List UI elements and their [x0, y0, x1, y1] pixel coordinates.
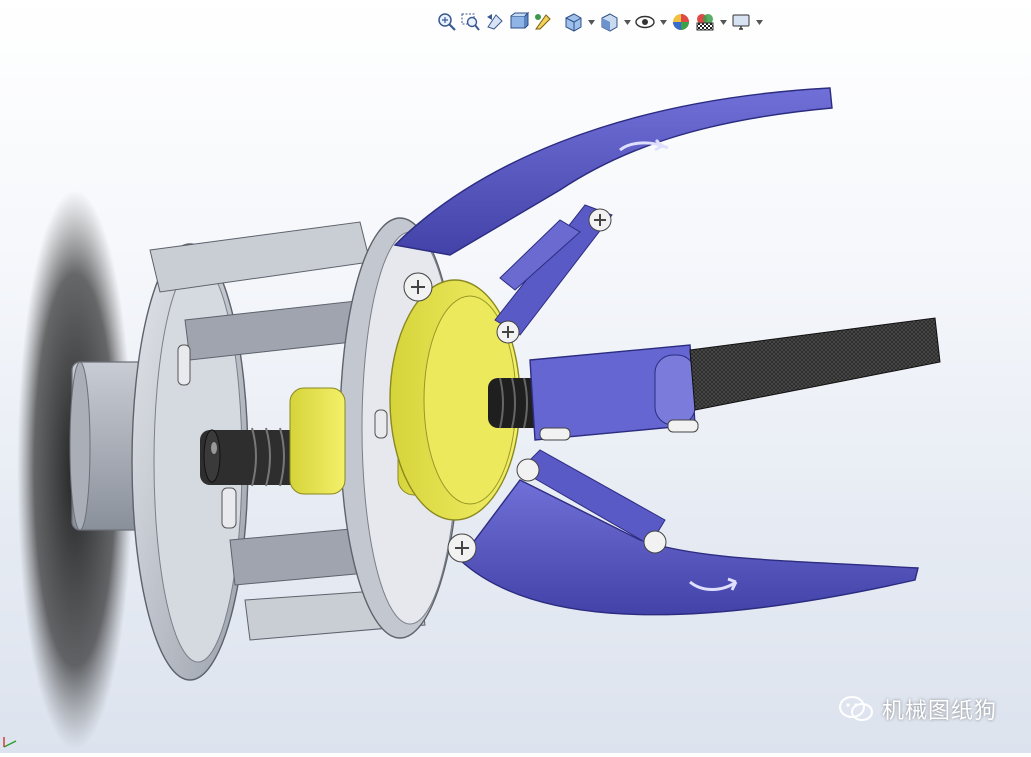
zoom-to-fit-button[interactable] [436, 10, 458, 34]
view-orientation-button[interactable] [562, 10, 584, 34]
wechat-icon [838, 696, 873, 721]
chevron-down-icon [587, 19, 595, 25]
zoom-to-area-icon [461, 13, 480, 31]
chevron-down-icon [719, 19, 727, 25]
view-orientation-icon [565, 13, 582, 32]
zoom-to-fit-icon [438, 13, 456, 31]
chevron-down-icon [623, 19, 631, 25]
apply-scene-button[interactable] [694, 10, 716, 34]
hide-show-items-button[interactable] [634, 10, 656, 34]
dynamic-annotation-icon [535, 14, 551, 30]
display-style-icon [601, 13, 618, 32]
gripper-model[interactable] [0, 0, 1031, 753]
apply-scene-icon [696, 14, 714, 31]
previous-view-icon [487, 14, 503, 30]
chevron-down-icon [755, 19, 763, 25]
hide-show-items-dropdown[interactable] [658, 10, 668, 34]
view-settings-dropdown[interactable] [754, 10, 764, 34]
section-view-button[interactable] [508, 10, 530, 34]
view-settings-icon [732, 14, 750, 30]
display-style-dropdown[interactable] [622, 10, 632, 34]
axis-triad-icon [3, 737, 17, 748]
chevron-down-icon [659, 19, 667, 25]
apply-scene-dropdown[interactable] [718, 10, 728, 34]
display-style-button[interactable] [598, 10, 620, 34]
section-view-icon [510, 11, 530, 29]
watermark: 机械图纸狗 [838, 693, 997, 725]
heads-up-view-toolbar [436, 8, 764, 36]
hide-show-items-icon [635, 15, 655, 29]
graphics-viewport[interactable] [0, 0, 1031, 753]
previous-view-button[interactable] [484, 10, 506, 34]
zoom-to-area-button[interactable] [460, 10, 482, 34]
knurled-rod[interactable] [689, 317, 941, 411]
upper-finger[interactable] [393, 87, 833, 256]
view-settings-button[interactable] [730, 10, 752, 34]
watermark-text: 机械图纸狗 [881, 699, 997, 724]
edit-appearance-button[interactable] [670, 10, 692, 34]
edit-appearance-icon [673, 14, 689, 30]
lower-finger[interactable] [459, 479, 919, 616]
view-orientation-dropdown[interactable] [586, 10, 596, 34]
dynamic-annotation-button[interactable] [532, 10, 554, 34]
